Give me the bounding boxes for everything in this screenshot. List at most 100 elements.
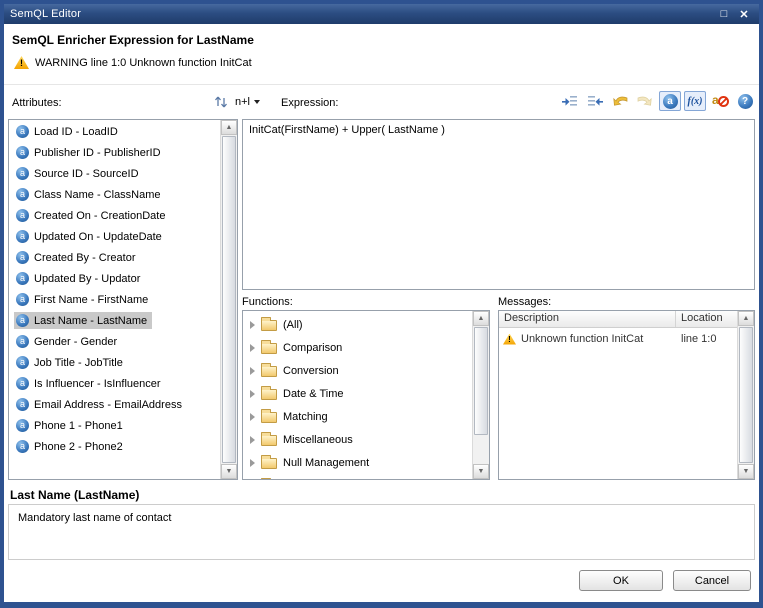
function-folder-label: Miscellaneous	[283, 434, 353, 446]
attribute-icon: a	[16, 251, 29, 264]
toggle-attributes-button[interactable]: a	[659, 91, 681, 111]
scrollbar-thumb[interactable]	[474, 327, 488, 435]
indent-right-button[interactable]	[584, 91, 606, 111]
attribute-label: Class Name - ClassName	[34, 189, 161, 201]
attribute-icon: a	[16, 314, 29, 327]
attribute-icon: a	[16, 356, 29, 369]
attribute-item[interactable]: aPhone 2 - Phone2	[9, 436, 220, 457]
window-title: SemQL Editor	[10, 8, 713, 20]
attribute-toggle-icon: a	[663, 94, 678, 109]
attribute-label: Email Address - EmailAddress	[34, 399, 182, 411]
attribute-item[interactable]: a Updated By - Updator	[9, 268, 220, 289]
folder-icon	[261, 412, 277, 423]
cancel-button[interactable]: Cancel	[673, 570, 751, 591]
function-folder-label: Null Management	[283, 457, 369, 469]
redo-expression-button[interactable]	[634, 91, 656, 111]
dialog-heading: SemQL Enricher Expression for LastName	[12, 33, 254, 47]
expression-label: Expression:	[281, 97, 338, 109]
validate-expression-button[interactable]	[609, 91, 631, 111]
function-folder-label: (All)	[283, 319, 303, 331]
attribute-label: Updated By - Updator	[34, 273, 140, 285]
ok-button[interactable]: OK	[579, 570, 663, 591]
indent-left-icon	[561, 93, 579, 109]
help-icon: ?	[738, 94, 753, 109]
attribute-label: First Name - FirstName	[34, 294, 148, 306]
attributes-scrollbar[interactable]: ▲ ▼	[220, 120, 237, 479]
maximize-icon[interactable]: □	[715, 8, 733, 20]
attribute-item[interactable]: aCreated By - Creator	[9, 247, 220, 268]
attribute-item[interactable]: aClass Name - ClassName	[9, 184, 220, 205]
function-folder-label: Numeric	[283, 480, 324, 481]
function-folder-item[interactable]: Date & Time	[243, 382, 472, 405]
expand-arrow-icon[interactable]	[250, 459, 255, 467]
expand-arrow-icon[interactable]	[250, 413, 255, 421]
function-folder-item[interactable]: Null Management	[243, 451, 472, 474]
message-row[interactable]: Unknown function InitCatline 1:0	[499, 329, 737, 349]
attribute-item[interactable]: aPublisher ID - PublisherID	[9, 142, 220, 163]
expression-editor[interactable]: InitCat(FirstName) + Upper( LastName )	[242, 119, 755, 290]
attribute-item[interactable]: aPhone 1 - Phone1	[9, 415, 220, 436]
function-folder-item[interactable]: Miscellaneous	[243, 428, 472, 451]
function-folder-item[interactable]: Comparison	[243, 336, 472, 359]
scroll-down-button[interactable]: ▼	[738, 464, 754, 479]
attribute-item[interactable]: a Job Title - JobTitle	[9, 352, 220, 373]
semql-editor-dialog: SemQL Editor □ ✕ SemQL Enricher Expressi…	[0, 0, 763, 608]
messages-rows: Unknown function InitCatline 1:0	[499, 329, 737, 349]
attribute-item-content: aLoad ID - LoadID	[14, 123, 123, 140]
function-folder-item[interactable]: Matching	[243, 405, 472, 428]
attribute-item[interactable]: aCreated On - CreationDate	[9, 205, 220, 226]
expand-arrow-icon[interactable]	[250, 367, 255, 375]
toggle-functions-button[interactable]: f(x)	[684, 91, 706, 111]
attribute-icon: a	[16, 230, 29, 243]
warning-icon	[503, 334, 516, 345]
expand-arrow-icon[interactable]	[250, 390, 255, 398]
scroll-up-button[interactable]: ▲	[221, 120, 237, 135]
scrollbar-thumb[interactable]	[222, 136, 236, 463]
attribute-label: Job Title - JobTitle	[34, 357, 123, 369]
function-folder-item[interactable]: (All)	[243, 313, 472, 336]
sort-button[interactable]	[211, 93, 231, 111]
indent-left-button[interactable]	[559, 91, 581, 111]
messages-table: Description Location Unknown function In…	[498, 310, 755, 480]
close-icon[interactable]: ✕	[735, 8, 753, 21]
attribute-icon: a	[16, 293, 29, 306]
messages-scrollbar[interactable]: ▲ ▼	[737, 311, 754, 479]
titlebar[interactable]: SemQL Editor □ ✕	[4, 4, 759, 24]
attributes-items: aLoad ID - LoadID aPublisher ID - Publish…	[9, 121, 220, 457]
functions-tree: (All) ComparisonConversionDate & Time Matc…	[242, 310, 490, 480]
attribute-icon: a	[16, 272, 29, 285]
attribute-item[interactable]: aLast Name - LastName	[9, 310, 220, 331]
attribute-item-content: a Updated By - Updator	[14, 270, 145, 287]
attribute-icon: a	[16, 167, 29, 180]
toolbar: Attributes: n+l Expression:	[4, 88, 759, 116]
toggle-errors-button[interactable]: a	[709, 91, 731, 111]
attributes-label: Attributes:	[12, 97, 62, 109]
attribute-label: Updated On - UpdateDate	[34, 231, 162, 243]
attribute-item[interactable]: aLoad ID - LoadID	[9, 121, 220, 142]
help-button[interactable]: ?	[734, 91, 756, 111]
attribute-item[interactable]: aSource ID - SourceID	[9, 163, 220, 184]
attribute-item[interactable]: aGender - Gender	[9, 331, 220, 352]
scroll-up-button[interactable]: ▲	[473, 311, 489, 326]
attribute-item[interactable]: a Email Address - EmailAddress	[9, 394, 220, 415]
scrollbar-thumb[interactable]	[739, 327, 753, 463]
scroll-down-button[interactable]: ▼	[473, 464, 489, 479]
scroll-down-button[interactable]: ▼	[221, 464, 237, 479]
expand-arrow-icon[interactable]	[250, 436, 255, 444]
expand-arrow-icon[interactable]	[250, 321, 255, 329]
function-folder-item[interactable]: Conversion	[243, 359, 472, 382]
attribute-item[interactable]: aIs Influencer - IsInfluencer	[9, 373, 220, 394]
attribute-item-content: aClass Name - ClassName	[14, 186, 166, 203]
scroll-up-button[interactable]: ▲	[738, 311, 754, 326]
functions-scrollbar[interactable]: ▲ ▼	[472, 311, 489, 479]
messages-col-description[interactable]: Description	[499, 311, 676, 327]
folder-icon	[261, 343, 277, 354]
function-folder-item[interactable]: Numeric	[243, 474, 472, 480]
expression-text[interactable]: InitCat(FirstName) + Upper( LastName )	[243, 120, 754, 140]
expand-arrow-icon[interactable]	[250, 344, 255, 352]
attribute-item[interactable]: a Updated On - UpdateDate	[9, 226, 220, 247]
insert-mode-dropdown[interactable]: n+l	[233, 93, 262, 111]
attribute-item[interactable]: a First Name - FirstName	[9, 289, 220, 310]
function-folder-label: Matching	[283, 411, 328, 423]
attribute-icon: a	[16, 398, 29, 411]
